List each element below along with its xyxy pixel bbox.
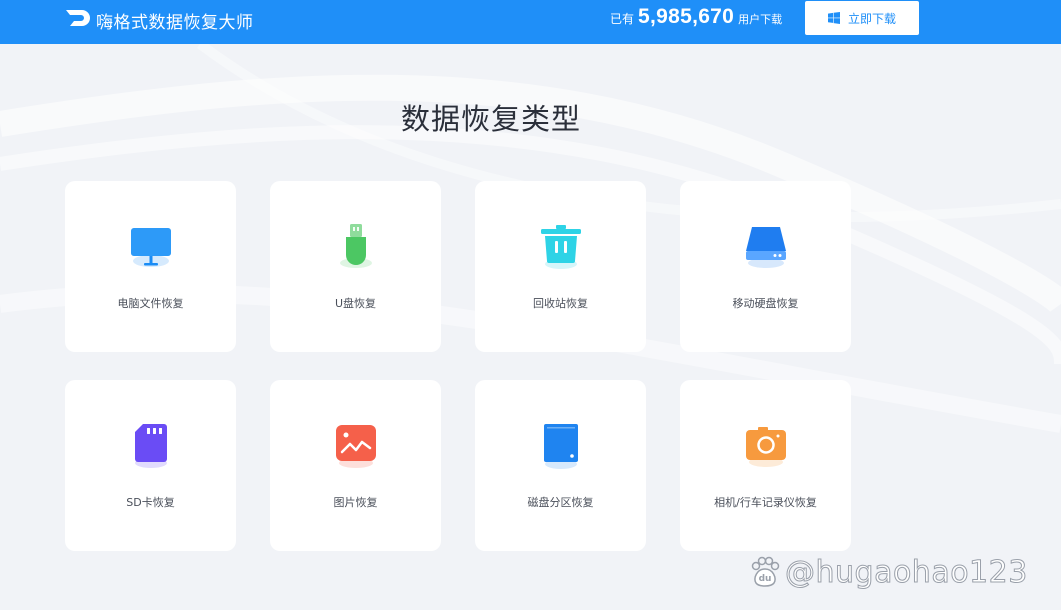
- stats-number: 5,985,670: [638, 5, 735, 28]
- card-label: 磁盘分区恢复: [527, 496, 594, 509]
- download-button[interactable]: 立即下载: [805, 1, 919, 35]
- section-title: 数据恢复类型: [400, 102, 581, 136]
- card-computer-file-recovery[interactable]: 电脑文件恢复: [65, 181, 236, 352]
- watermark-text: @hugaohao123: [785, 554, 1028, 590]
- monitor-icon: [130, 228, 171, 267]
- camera-icon: [745, 427, 786, 467]
- card-label: U盘恢复: [334, 297, 377, 310]
- usb-drive-icon: [339, 224, 372, 268]
- card-usb-recovery[interactable]: U盘恢复: [270, 181, 441, 352]
- app-logo-icon: [66, 10, 90, 26]
- card-label: 图片恢复: [333, 496, 378, 509]
- card-external-drive-recovery[interactable]: 移动硬盘恢复: [680, 181, 851, 352]
- paw-logo-icon: du: [751, 556, 780, 587]
- card-recycle-bin-recovery[interactable]: 回收站恢复: [475, 181, 646, 352]
- download-button-label: 立即下载: [847, 11, 896, 26]
- card-sd-card-recovery[interactable]: SD卡恢复: [65, 380, 236, 551]
- download-stats: 已有 5,985,670 用户下载: [610, 5, 782, 35]
- app-title: 嗨格式数据恢复大师: [96, 13, 254, 33]
- watermark-logo-text: du: [759, 574, 772, 584]
- card-label: 回收站恢复: [533, 297, 588, 310]
- hard-drive-icon: [745, 227, 786, 268]
- stats-prefix: 已有: [610, 12, 635, 26]
- disk-partition-icon: [543, 424, 578, 469]
- sd-card-icon: [134, 424, 167, 468]
- card-label: 相机/行车记录仪恢复: [714, 496, 817, 509]
- top-bar: 嗨格式数据恢复大师 已有 5,985,670 用户下载 立即下载: [0, 0, 1061, 44]
- windows-icon: [827, 12, 840, 24]
- card-disk-partition-recovery[interactable]: 磁盘分区恢复: [475, 380, 646, 551]
- card-photo-recovery[interactable]: 图片恢复: [270, 380, 441, 551]
- recycle-bin-icon: [540, 225, 581, 269]
- stats-suffix: 用户下载: [738, 13, 783, 26]
- picture-icon: [335, 425, 376, 468]
- card-label: 电脑文件恢复: [117, 297, 184, 310]
- card-camera-recovery[interactable]: 相机/行车记录仪恢复: [680, 380, 851, 551]
- watermark: du @hugaohao123: [749, 552, 1028, 592]
- card-label: 移动硬盘恢复: [732, 297, 799, 310]
- card-label: SD卡恢复: [126, 496, 175, 509]
